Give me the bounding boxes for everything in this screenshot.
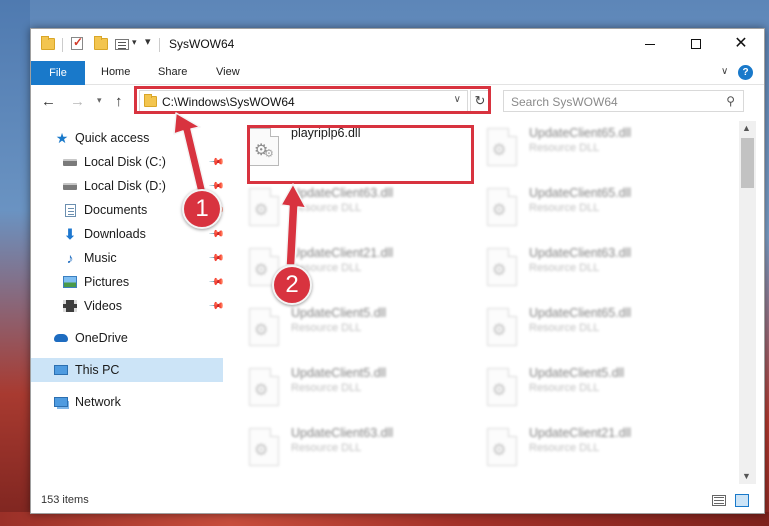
- annotation-arrow-1: [173, 112, 208, 199]
- annotation-arrows: [173, 112, 307, 266]
- annotation-arrow-2: [280, 183, 307, 266]
- annotation-badge-1: 1: [182, 189, 222, 229]
- annotation-badge-2: 2: [272, 265, 312, 305]
